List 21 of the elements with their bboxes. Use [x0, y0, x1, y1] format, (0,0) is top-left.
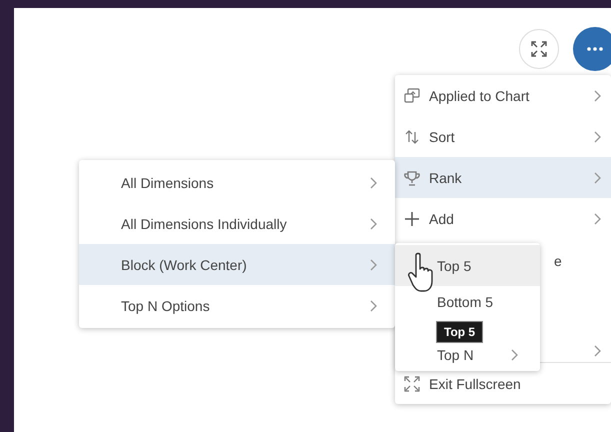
menu-item-label[interactable]: e — [554, 253, 562, 269]
plus-icon — [403, 210, 421, 228]
chart-icon — [403, 86, 421, 104]
menu-item[interactable]: Bottom 5 — [395, 286, 540, 318]
exit-fullscreen-button[interactable] — [519, 29, 559, 69]
menu-item[interactable]: Applied to Chart — [395, 75, 611, 116]
menu-item[interactable]: All Dimensions — [79, 162, 395, 203]
menu-item[interactable]: Rank — [395, 157, 611, 198]
menu-item[interactable]: Sort — [395, 116, 611, 157]
tooltip: Top 5 — [436, 321, 484, 343]
menu-item[interactable]: All Dimensions Individually — [79, 203, 395, 244]
sort-icon — [403, 128, 421, 146]
menu-item[interactable]: Add — [395, 198, 611, 239]
exit-fullscreen-icon — [403, 374, 421, 392]
exit-fullscreen-icon — [531, 41, 547, 57]
more-icon — [587, 47, 603, 51]
more-button[interactable] — [573, 27, 611, 71]
trophy-icon — [403, 168, 421, 186]
menu-item[interactable]: Block (Work Center) — [79, 244, 395, 285]
menu-item[interactable]: Top N Options — [79, 285, 395, 326]
menu-item[interactable]: Top 5 — [395, 245, 540, 286]
